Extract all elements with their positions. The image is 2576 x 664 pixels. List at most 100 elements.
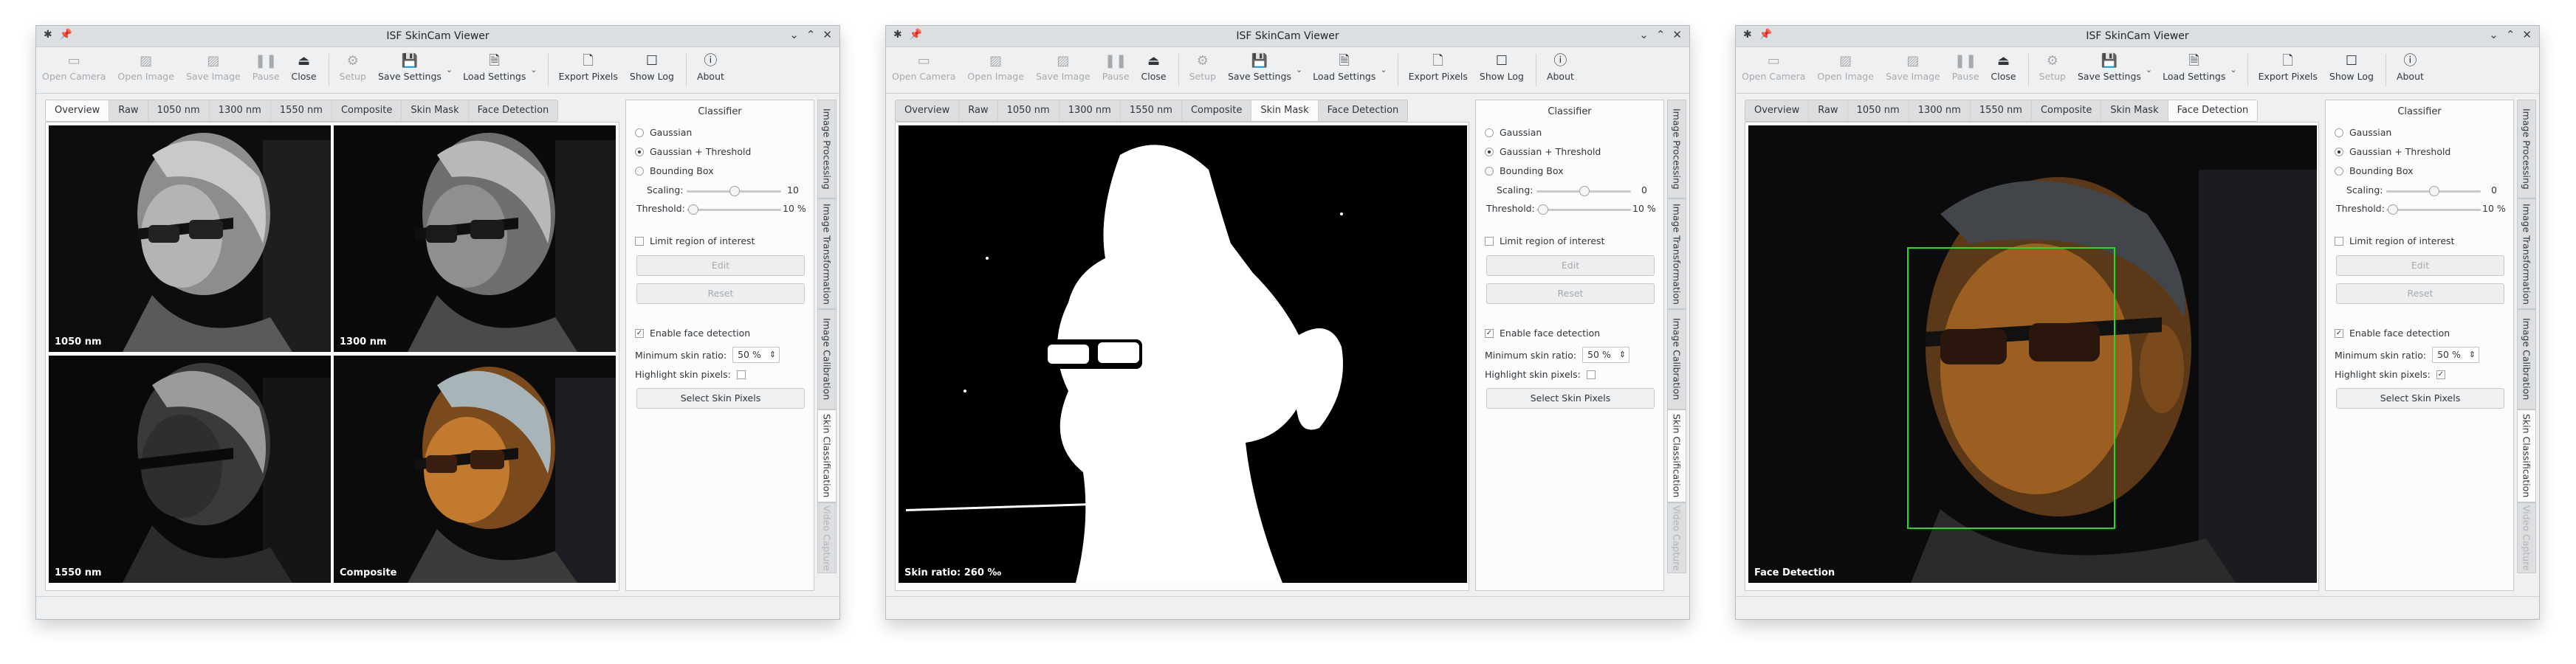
limit-roi-checkbox[interactable]: Limit region of interest: [635, 235, 755, 246]
close-icon[interactable]: ✕: [822, 28, 832, 41]
save-settings-button[interactable]: 💾 Save Settings: [378, 47, 442, 87]
limit-roi-checkbox[interactable]: Limit region of interest: [2335, 235, 2454, 246]
slider-handle[interactable]: [1579, 186, 1590, 196]
slider-handle[interactable]: [729, 186, 740, 196]
show-log-button[interactable]: ☐ Show Log: [1480, 47, 1524, 87]
enable-face-detection-checkbox[interactable]: ✓ Enable face detection: [2335, 328, 2450, 339]
tab-raw[interactable]: Raw: [109, 100, 148, 121]
app-icon[interactable]: ✱: [44, 29, 52, 41]
pause-button[interactable]: ❚❚ Pause: [1952, 47, 1979, 87]
chevron-down-icon[interactable]: ⌄: [1296, 65, 1302, 75]
radio-bounding-box[interactable]: Bounding Box: [1485, 165, 1564, 176]
tab-image-calibration[interactable]: Image Calibration: [2517, 309, 2536, 409]
open-camera-button[interactable]: ▭ Open Camera: [892, 47, 955, 87]
threshold-slider[interactable]: [1536, 204, 1631, 215]
tab-1050nm[interactable]: 1050 nm: [148, 100, 210, 121]
tab-1550nm[interactable]: 1550 nm: [271, 100, 332, 121]
reset-button[interactable]: Reset: [2336, 283, 2504, 304]
pin-icon[interactable]: 📌: [60, 29, 72, 41]
select-skin-pixels-button[interactable]: Select Skin Pixels: [1486, 388, 1655, 409]
reset-button[interactable]: Reset: [636, 283, 805, 304]
minimize-icon[interactable]: ⌄: [2489, 28, 2498, 41]
radio-gaussian[interactable]: Gaussian: [1485, 127, 1542, 138]
setup-button[interactable]: ⚙ Setup: [2039, 47, 2066, 87]
title-bar[interactable]: ✱ 📌 ISF SkinCam Viewer ⌄ ⌃ ✕: [1736, 26, 2539, 47]
tab-image-calibration[interactable]: Image Calibration: [817, 309, 837, 409]
scaling-slider[interactable]: [2386, 186, 2481, 196]
about-button[interactable]: ⓘ About: [1547, 47, 1574, 87]
about-button[interactable]: ⓘ About: [697, 47, 724, 87]
chevron-down-icon[interactable]: ⌄: [2230, 65, 2236, 75]
slider-handle[interactable]: [2388, 204, 2398, 215]
edit-button[interactable]: Edit: [636, 255, 805, 276]
app-icon[interactable]: ✱: [893, 29, 902, 41]
tab-1050nm[interactable]: 1050 nm: [998, 100, 1059, 121]
enable-face-detection-checkbox[interactable]: ✓ Enable face detection: [1485, 328, 1600, 339]
threshold-slider[interactable]: [2386, 204, 2481, 215]
scaling-slider[interactable]: [687, 186, 781, 196]
open-image-button[interactable]: ▨ Open Image: [967, 47, 1024, 87]
minimize-icon[interactable]: ⌄: [1639, 28, 1649, 41]
maximize-icon[interactable]: ⌃: [1656, 28, 1666, 41]
tab-skin-mask[interactable]: Skin Mask: [2101, 100, 2168, 121]
tab-1300nm[interactable]: 1300 nm: [1059, 100, 1121, 121]
tab-face-detection[interactable]: Face Detection: [469, 100, 558, 121]
min-skin-ratio-spinbox[interactable]: 50 %: [732, 347, 780, 363]
threshold-slider[interactable]: [687, 204, 781, 215]
tab-skin-classification[interactable]: Skin Classification: [817, 409, 837, 502]
save-settings-button[interactable]: 💾 Save Settings: [2078, 47, 2141, 87]
tab-composite[interactable]: Composite: [332, 100, 402, 121]
tab-video-capture[interactable]: Video Capture: [2517, 502, 2536, 573]
show-log-button[interactable]: ☐ Show Log: [630, 47, 674, 87]
setup-button[interactable]: ⚙ Setup: [1189, 47, 1216, 87]
open-image-button[interactable]: ▨ Open Image: [1817, 47, 1874, 87]
min-skin-ratio-spinbox[interactable]: 50 %: [2432, 347, 2480, 363]
highlight-checkbox[interactable]: ✓: [2436, 370, 2445, 379]
load-settings-button[interactable]: 🗎 Load Settings: [463, 47, 526, 87]
scaling-slider[interactable]: [1536, 186, 1631, 196]
edit-button[interactable]: Edit: [1486, 255, 1655, 276]
maximize-icon[interactable]: ⌃: [806, 28, 816, 41]
close-icon[interactable]: ✕: [1672, 28, 1682, 41]
tab-video-capture[interactable]: Video Capture: [1667, 502, 1686, 573]
tab-image-transformation[interactable]: Image Transformation: [817, 198, 837, 309]
show-log-button[interactable]: ☐ Show Log: [2329, 47, 2374, 87]
load-settings-button[interactable]: 🗎 Load Settings: [2163, 47, 2225, 87]
tab-image-transformation[interactable]: Image Transformation: [1667, 198, 1686, 309]
open-camera-button[interactable]: ▭ Open Camera: [42, 47, 106, 87]
tab-face-detection[interactable]: Face Detection: [1319, 100, 1408, 121]
close-button[interactable]: ⏏ Close: [1991, 47, 2016, 87]
close-icon[interactable]: ✕: [2522, 28, 2532, 41]
export-pixels-button[interactable]: 🗋 Export Pixels: [1409, 47, 1468, 87]
close-button[interactable]: ⏏ Close: [1141, 47, 1167, 87]
tab-composite[interactable]: Composite: [2032, 100, 2102, 121]
tab-image-processing[interactable]: Image Processing: [2517, 100, 2536, 198]
title-bar[interactable]: ✱ 📌 ISF SkinCam Viewer ⌄ ⌃ ✕: [36, 26, 839, 47]
highlight-checkbox[interactable]: [736, 370, 746, 379]
tab-video-capture[interactable]: Video Capture: [817, 502, 837, 573]
edit-button[interactable]: Edit: [2336, 255, 2504, 276]
tab-skin-classification[interactable]: Skin Classification: [1667, 409, 1686, 502]
tab-overview[interactable]: Overview: [1745, 100, 1810, 121]
radio-gaussian-threshold[interactable]: Gaussian + Threshold: [1485, 146, 1601, 157]
save-image-button[interactable]: ▨ Save Image: [1036, 47, 1090, 87]
save-image-button[interactable]: ▨ Save Image: [1886, 47, 1940, 87]
tab-1050nm[interactable]: 1050 nm: [1848, 100, 1909, 121]
radio-bounding-box[interactable]: Bounding Box: [2335, 165, 2414, 176]
tab-overview[interactable]: Overview: [46, 100, 110, 121]
chevron-down-icon[interactable]: ⌄: [446, 65, 453, 75]
tab-face-detection[interactable]: Face Detection: [2168, 100, 2258, 121]
enable-face-detection-checkbox[interactable]: ✓ Enable face detection: [635, 328, 750, 339]
tab-1300nm[interactable]: 1300 nm: [1909, 100, 1971, 121]
radio-gaussian-threshold[interactable]: Gaussian + Threshold: [2335, 146, 2450, 157]
open-camera-button[interactable]: ▭ Open Camera: [1742, 47, 1805, 87]
title-bar[interactable]: ✱ 📌 ISF SkinCam Viewer ⌄ ⌃ ✕: [886, 26, 1689, 47]
chevron-down-icon[interactable]: ⌄: [2146, 65, 2152, 75]
select-skin-pixels-button[interactable]: Select Skin Pixels: [2336, 388, 2504, 409]
pause-button[interactable]: ❚❚ Pause: [253, 47, 280, 87]
radio-gaussian-threshold[interactable]: Gaussian + Threshold: [635, 146, 751, 157]
tab-1550nm[interactable]: 1550 nm: [1121, 100, 1182, 121]
app-icon[interactable]: ✱: [1743, 29, 1752, 41]
export-pixels-button[interactable]: 🗋 Export Pixels: [2259, 47, 2318, 87]
tab-image-processing[interactable]: Image Processing: [1667, 100, 1686, 198]
